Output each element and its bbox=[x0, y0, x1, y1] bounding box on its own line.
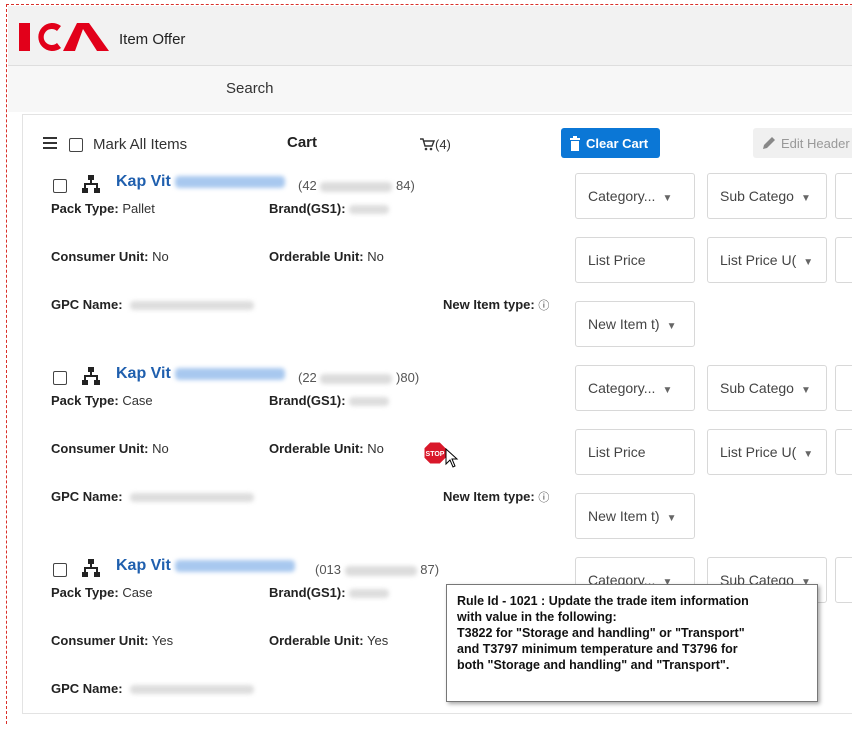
pack-type-field: Pack Type: Pallet bbox=[51, 201, 155, 216]
search-bar[interactable]: Search bbox=[8, 66, 852, 112]
redacted-text bbox=[130, 685, 255, 695]
extra-dropdown[interactable] bbox=[835, 365, 852, 411]
pack-type-field: Pack Type: Case bbox=[51, 393, 153, 408]
redacted-text bbox=[320, 373, 393, 384]
sub-category-dropdown[interactable]: Sub Catego ▼ bbox=[707, 173, 827, 219]
hierarchy-icon bbox=[82, 175, 100, 193]
cart-icon bbox=[420, 138, 436, 151]
brand-field: Brand(GS1): bbox=[269, 393, 390, 408]
svg-text:STOP: STOP bbox=[426, 451, 445, 458]
extra-field[interactable] bbox=[835, 429, 852, 475]
clear-cart-button[interactable]: Clear Cart bbox=[561, 128, 660, 158]
tooltip-line: Rule Id - 1021 : Update the trade item i… bbox=[457, 594, 749, 608]
redacted-text bbox=[130, 493, 255, 503]
help-icon[interactable]: ⓘ bbox=[538, 492, 549, 504]
item-code: (22 )80) bbox=[298, 370, 420, 385]
menu-icon[interactable] bbox=[43, 137, 57, 149]
stop-icon[interactable]: STOP bbox=[423, 441, 447, 470]
extra-dropdown[interactable] bbox=[835, 173, 852, 219]
rule-tooltip: Rule Id - 1021 : Update the trade item i… bbox=[446, 584, 818, 702]
list-price-input[interactable]: List Price bbox=[575, 237, 695, 283]
cart-label: Cart bbox=[287, 134, 318, 151]
item-checkbox[interactable] bbox=[53, 179, 67, 193]
brand-field: Brand(GS1): bbox=[269, 585, 390, 600]
hierarchy-icon bbox=[82, 367, 100, 385]
mark-all-label[interactable]: Mark All Items bbox=[93, 136, 187, 153]
search-tab[interactable]: Search bbox=[226, 80, 274, 97]
edit-header-label: Edit Header bbox=[781, 135, 850, 151]
orderable-unit-field: Orderable Unit: Yes bbox=[269, 633, 389, 648]
edit-header-button[interactable]: Edit Header bbox=[753, 128, 852, 158]
help-icon[interactable]: ⓘ bbox=[538, 300, 549, 312]
tooltip-line: with value in the following: bbox=[457, 610, 617, 624]
redacted-text bbox=[349, 397, 390, 407]
trash-icon bbox=[570, 135, 580, 151]
category-dropdown[interactable]: Category... ▼ bbox=[575, 173, 695, 219]
ica-logo bbox=[19, 23, 109, 51]
item-name-link[interactable]: Kap Vit bbox=[116, 365, 286, 383]
list-price-uom-dropdown[interactable]: List Price U(▼ bbox=[707, 429, 827, 475]
consumer-unit-field: Consumer Unit: No bbox=[51, 249, 169, 264]
tooltip-line: T3822 for "Storage and handling" or "Tra… bbox=[457, 626, 745, 640]
new-item-type-label: New Item type: ⓘ bbox=[443, 297, 550, 312]
redacted-text bbox=[320, 181, 393, 192]
list-price-input[interactable]: List Price bbox=[575, 429, 695, 475]
cart-count: (4) bbox=[435, 137, 451, 152]
item-checkbox[interactable] bbox=[53, 563, 67, 577]
app-header: Item Offer bbox=[8, 6, 852, 66]
redacted-text bbox=[175, 175, 286, 188]
redacted-text bbox=[344, 565, 417, 576]
app-title: Item Offer bbox=[119, 31, 186, 48]
orderable-unit-field: Orderable Unit: No bbox=[269, 441, 384, 456]
item-name-link[interactable]: Kap Vit bbox=[116, 557, 296, 575]
tooltip-line: both "Storage and handling" and "Transpo… bbox=[457, 658, 730, 672]
sub-category-dropdown[interactable]: Sub Catego ▼ bbox=[707, 365, 827, 411]
redacted-text bbox=[130, 301, 255, 311]
mouse-cursor-icon bbox=[445, 448, 459, 468]
redacted-text bbox=[349, 205, 390, 215]
consumer-unit-field: Consumer Unit: No bbox=[51, 441, 169, 456]
new-item-type-dropdown[interactable]: New Item t) ▼ bbox=[575, 493, 695, 539]
item-code: (013 87) bbox=[315, 562, 440, 577]
redacted-text bbox=[175, 559, 296, 572]
clear-cart-label: Clear Cart bbox=[586, 135, 649, 151]
list-price-uom-dropdown[interactable]: List Price U(▼ bbox=[707, 237, 827, 283]
item-code: (42 84) bbox=[298, 178, 415, 193]
gpc-name-field: GPC Name: bbox=[51, 681, 255, 696]
mark-all-checkbox[interactable] bbox=[69, 138, 83, 152]
item-checkbox[interactable] bbox=[53, 371, 67, 385]
cart-button[interactable]: (4) bbox=[419, 137, 451, 152]
brand-field: Brand(GS1): bbox=[269, 201, 390, 216]
gpc-name-field: GPC Name: bbox=[51, 489, 255, 504]
cart-toolbar: Mark All Items Cart (4) Clear Cart Edit … bbox=[23, 115, 852, 167]
tooltip-line: and T3797 minimum temperature and T3796 … bbox=[457, 642, 738, 656]
list-item: Kap Vit (42 84) Pack Type: Pallet Brand(… bbox=[23, 169, 852, 361]
redacted-text bbox=[175, 367, 286, 380]
category-dropdown[interactable]: Category... ▼ bbox=[575, 365, 695, 411]
pencil-icon bbox=[763, 137, 775, 149]
orderable-unit-field: Orderable Unit: No bbox=[269, 249, 384, 264]
extra-field[interactable] bbox=[835, 237, 852, 283]
extra-dropdown[interactable] bbox=[835, 557, 852, 603]
pack-type-field: Pack Type: Case bbox=[51, 585, 153, 600]
hierarchy-icon bbox=[82, 559, 100, 577]
gpc-name-field: GPC Name: bbox=[51, 297, 255, 312]
new-item-type-dropdown[interactable]: New Item t) ▼ bbox=[575, 301, 695, 347]
redacted-text bbox=[349, 589, 390, 599]
new-item-type-label: New Item type: ⓘ bbox=[443, 489, 550, 504]
consumer-unit-field: Consumer Unit: Yes bbox=[51, 633, 174, 648]
item-name-link[interactable]: Kap Vit bbox=[116, 173, 286, 191]
